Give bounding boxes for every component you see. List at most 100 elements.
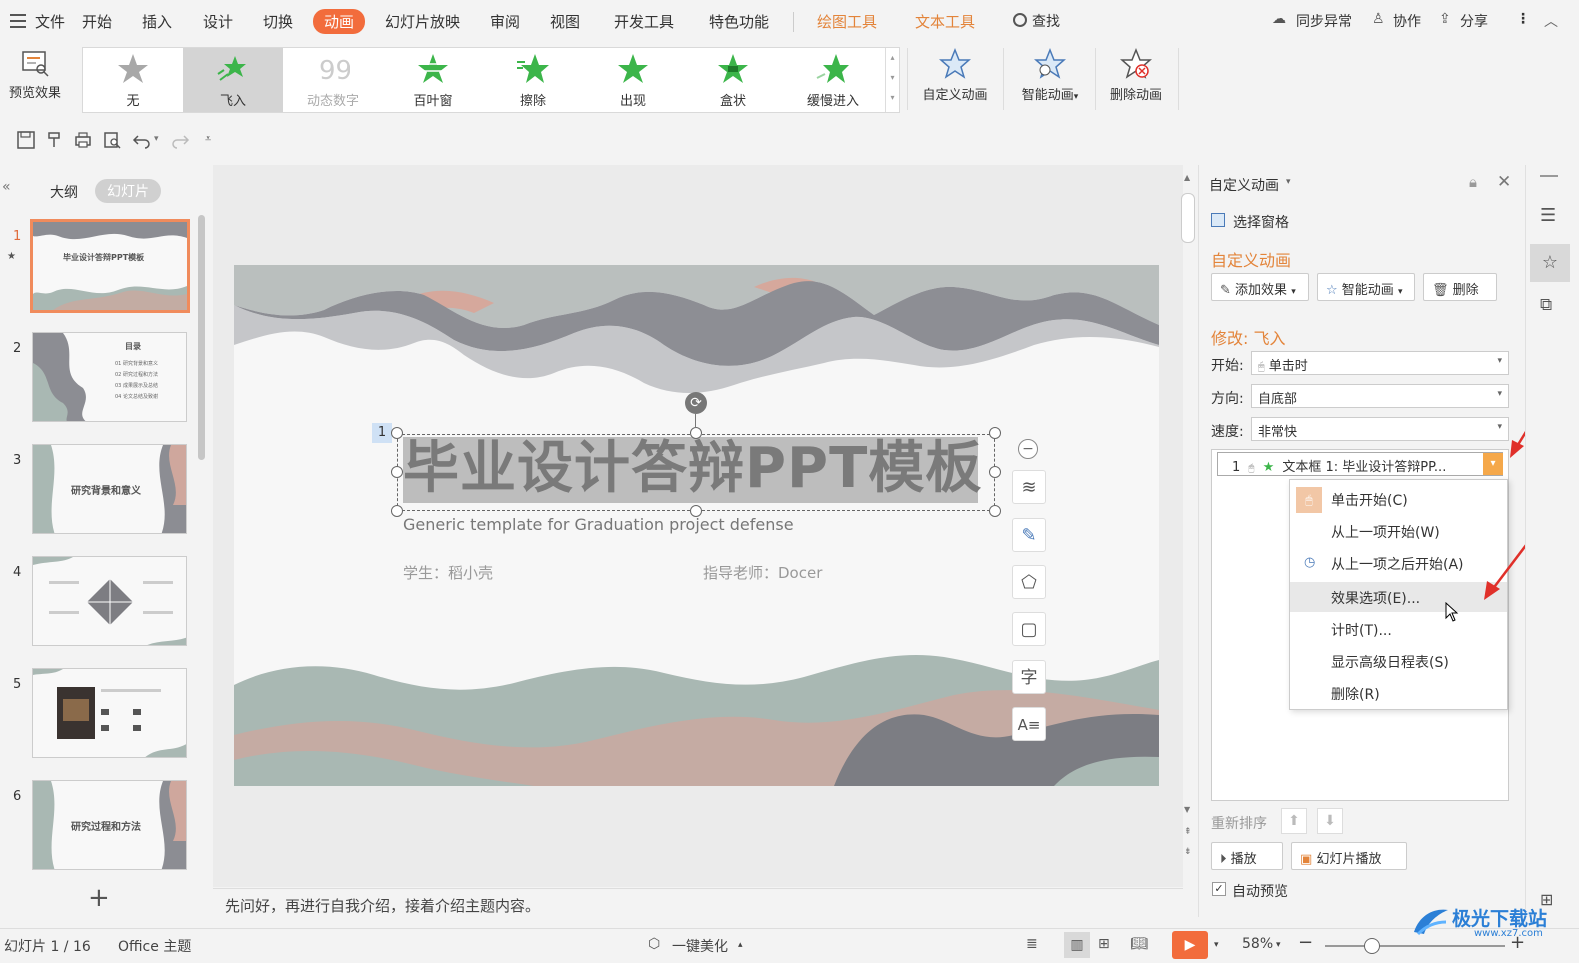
- settings-sliders-icon[interactable]: ☰: [1540, 205, 1556, 226]
- slideshow-button[interactable]: ▣ 幻灯片播放: [1291, 842, 1407, 870]
- menu-animation[interactable]: 动画: [313, 9, 366, 34]
- more-icon[interactable]: ⋮: [1516, 11, 1530, 27]
- gallery-appear[interactable]: 出现: [583, 48, 683, 112]
- notes-toggle-icon[interactable]: ≣: [1026, 936, 1038, 952]
- resize-handle[interactable]: [391, 427, 403, 439]
- slide-subtitle[interactable]: Generic template for Graduation project …: [403, 515, 794, 534]
- slide-title[interactable]: 毕业设计答辩PPT模板: [403, 435, 982, 503]
- play-button[interactable]: ⏵ 播放: [1211, 842, 1283, 870]
- fill-icon[interactable]: ⬠: [1012, 565, 1046, 599]
- resize-handle[interactable]: [391, 505, 403, 517]
- resize-handle[interactable]: [690, 427, 702, 439]
- resize-handle[interactable]: [989, 505, 1001, 517]
- slide-thumb-1[interactable]: 毕业设计答辩PPT模板: [30, 219, 190, 313]
- pane-header-dropdown-icon[interactable]: ▾: [1286, 177, 1291, 187]
- menu-start-on-click[interactable]: 🖱︎ 单击开始(C): [1290, 484, 1507, 514]
- menu-file[interactable]: 文件: [35, 11, 65, 32]
- student-name[interactable]: 学生：稻小壳: [403, 562, 493, 583]
- next-slide-icon[interactable]: ⇟: [1184, 847, 1192, 857]
- direction-select[interactable]: 自底部 ▾: [1251, 384, 1509, 408]
- scroll-up-icon[interactable]: ▲: [1184, 173, 1190, 182]
- auto-preview-checkbox[interactable]: ✓: [1212, 882, 1226, 896]
- scroll-down-icon[interactable]: ▼: [1184, 805, 1190, 814]
- menu-start-with-previous[interactable]: 从上一项开始(W): [1290, 516, 1507, 546]
- menu-design[interactable]: 设计: [203, 11, 233, 32]
- undo-icon[interactable]: [132, 130, 152, 150]
- collapse-panel-icon[interactable]: «: [2, 179, 11, 195]
- reading-view-icon[interactable]: 📖︎: [1130, 936, 1148, 952]
- normal-view-icon[interactable]: ▥: [1064, 932, 1090, 958]
- animation-list-item[interactable]: 1 🖱︎ ★ 文本框 1: 毕业设计答辩PP...: [1217, 452, 1503, 476]
- gallery-scrollbar[interactable]: ▴ ▾ ▾: [885, 48, 899, 112]
- add-slide-button[interactable]: +: [88, 883, 110, 913]
- smart-animation-button[interactable]: 智能动画▾: [1012, 46, 1088, 103]
- border-icon[interactable]: ▢: [1012, 612, 1046, 646]
- play-slideshow-button[interactable]: ▶: [1172, 931, 1208, 959]
- tab-outline[interactable]: 大纲: [50, 182, 78, 202]
- pane-header[interactable]: 自定义动画: [1209, 175, 1279, 195]
- format-painter-icon[interactable]: [45, 130, 65, 150]
- smart-anim-button[interactable]: ☆ 智能动画 ▾: [1317, 273, 1415, 301]
- slide-thumb-5[interactable]: [32, 668, 187, 758]
- font-icon[interactable]: 字: [1012, 660, 1046, 694]
- save-icon[interactable]: [16, 130, 36, 150]
- gallery-none[interactable]: 无: [83, 48, 183, 112]
- menu-timing[interactable]: 计时(T)...: [1290, 614, 1507, 644]
- slide-thumb-3[interactable]: 研究背景和意义: [32, 444, 187, 534]
- redo-icon[interactable]: [170, 130, 190, 150]
- resize-handle[interactable]: [391, 466, 403, 478]
- beautify-dropdown-icon[interactable]: ▴: [738, 940, 743, 950]
- customize-qat-icon[interactable]: ⩡: [205, 132, 211, 146]
- hamburger-icon[interactable]: [10, 14, 26, 28]
- custom-animation-button[interactable]: 自定义动画: [915, 46, 995, 103]
- zoom-slider-thumb[interactable]: [1364, 938, 1380, 954]
- resize-handle[interactable]: [989, 466, 1001, 478]
- gallery-wipe[interactable]: 擦除: [483, 48, 583, 112]
- share-button[interactable]: 分享: [1460, 11, 1488, 31]
- notes-pane[interactable]: 先问好，再进行自我介绍，接着介绍主题内容。: [213, 888, 1183, 918]
- thumb-scrollbar[interactable]: [198, 215, 205, 460]
- collapse-strip-icon[interactable]: [1540, 175, 1558, 177]
- sync-status[interactable]: 同步异常: [1296, 11, 1352, 31]
- menu-insert[interactable]: 插入: [142, 11, 172, 32]
- collapse-float-toolbar-icon[interactable]: −: [1018, 439, 1038, 459]
- share-icon[interactable]: ⇪: [1439, 11, 1451, 27]
- move-up-button[interactable]: ⬆: [1281, 808, 1307, 834]
- slide-thumb-4[interactable]: [32, 556, 187, 646]
- menu-remove[interactable]: 删除(R): [1290, 678, 1507, 708]
- zoom-out-icon[interactable]: −: [1298, 932, 1313, 953]
- pen-icon[interactable]: ✎: [1012, 518, 1046, 552]
- menu-view[interactable]: 视图: [550, 11, 580, 32]
- menu-search[interactable]: 查找: [1032, 11, 1060, 31]
- notes-text[interactable]: 先问好，再进行自我介绍，接着介绍主题内容。: [225, 895, 540, 916]
- menu-advanced-timeline[interactable]: 显示高级日程表(S): [1290, 646, 1507, 676]
- gallery-box[interactable]: 盒状: [683, 48, 783, 112]
- gallery-slow-enter[interactable]: 缓慢进入: [783, 48, 883, 112]
- menu-developer[interactable]: 开发工具: [614, 11, 674, 32]
- cloud-sync-icon[interactable]: ☁: [1272, 11, 1286, 27]
- collab-icon[interactable]: ♙: [1372, 11, 1385, 27]
- animation-pane-icon[interactable]: ☆: [1530, 244, 1570, 282]
- play-dropdown-icon[interactable]: ▾: [1214, 940, 1219, 950]
- selection-pane-link[interactable]: 选择窗格: [1233, 212, 1289, 232]
- close-icon[interactable]: ✕: [1497, 172, 1511, 192]
- one-click-beautify[interactable]: 一键美化: [672, 936, 728, 956]
- menu-features[interactable]: 特色功能: [709, 11, 769, 32]
- delete-button[interactable]: 🗑︎ 删除: [1423, 273, 1497, 301]
- move-down-button[interactable]: ⬇: [1317, 808, 1343, 834]
- delete-animation-button[interactable]: 删除动画: [1101, 46, 1171, 103]
- tab-slides[interactable]: 幻灯片: [95, 179, 161, 203]
- resize-handle[interactable]: [989, 427, 1001, 439]
- gallery-blinds[interactable]: 百叶窗: [383, 48, 483, 112]
- start-select[interactable]: 🖱︎ 单击时 ▾: [1251, 351, 1509, 375]
- search-icon[interactable]: [1013, 13, 1027, 27]
- slide-sorter-icon[interactable]: ⊞: [1098, 936, 1110, 952]
- animation-order-tag[interactable]: 1: [372, 423, 392, 443]
- slide-thumb-2[interactable]: 目录 01 研究背景和意义 02 研究过程和方法 03 成果展示及总结 04 论…: [32, 332, 187, 422]
- list-item-dropdown-button[interactable]: ▾: [1483, 453, 1503, 475]
- layers-icon[interactable]: ≋: [1012, 470, 1046, 504]
- text-style-icon[interactable]: A≡: [1012, 707, 1046, 741]
- comments-icon[interactable]: ⧉: [1540, 295, 1552, 315]
- menu-transition[interactable]: 切换: [263, 11, 293, 32]
- teacher-name[interactable]: 指导老师：Docer: [703, 562, 822, 583]
